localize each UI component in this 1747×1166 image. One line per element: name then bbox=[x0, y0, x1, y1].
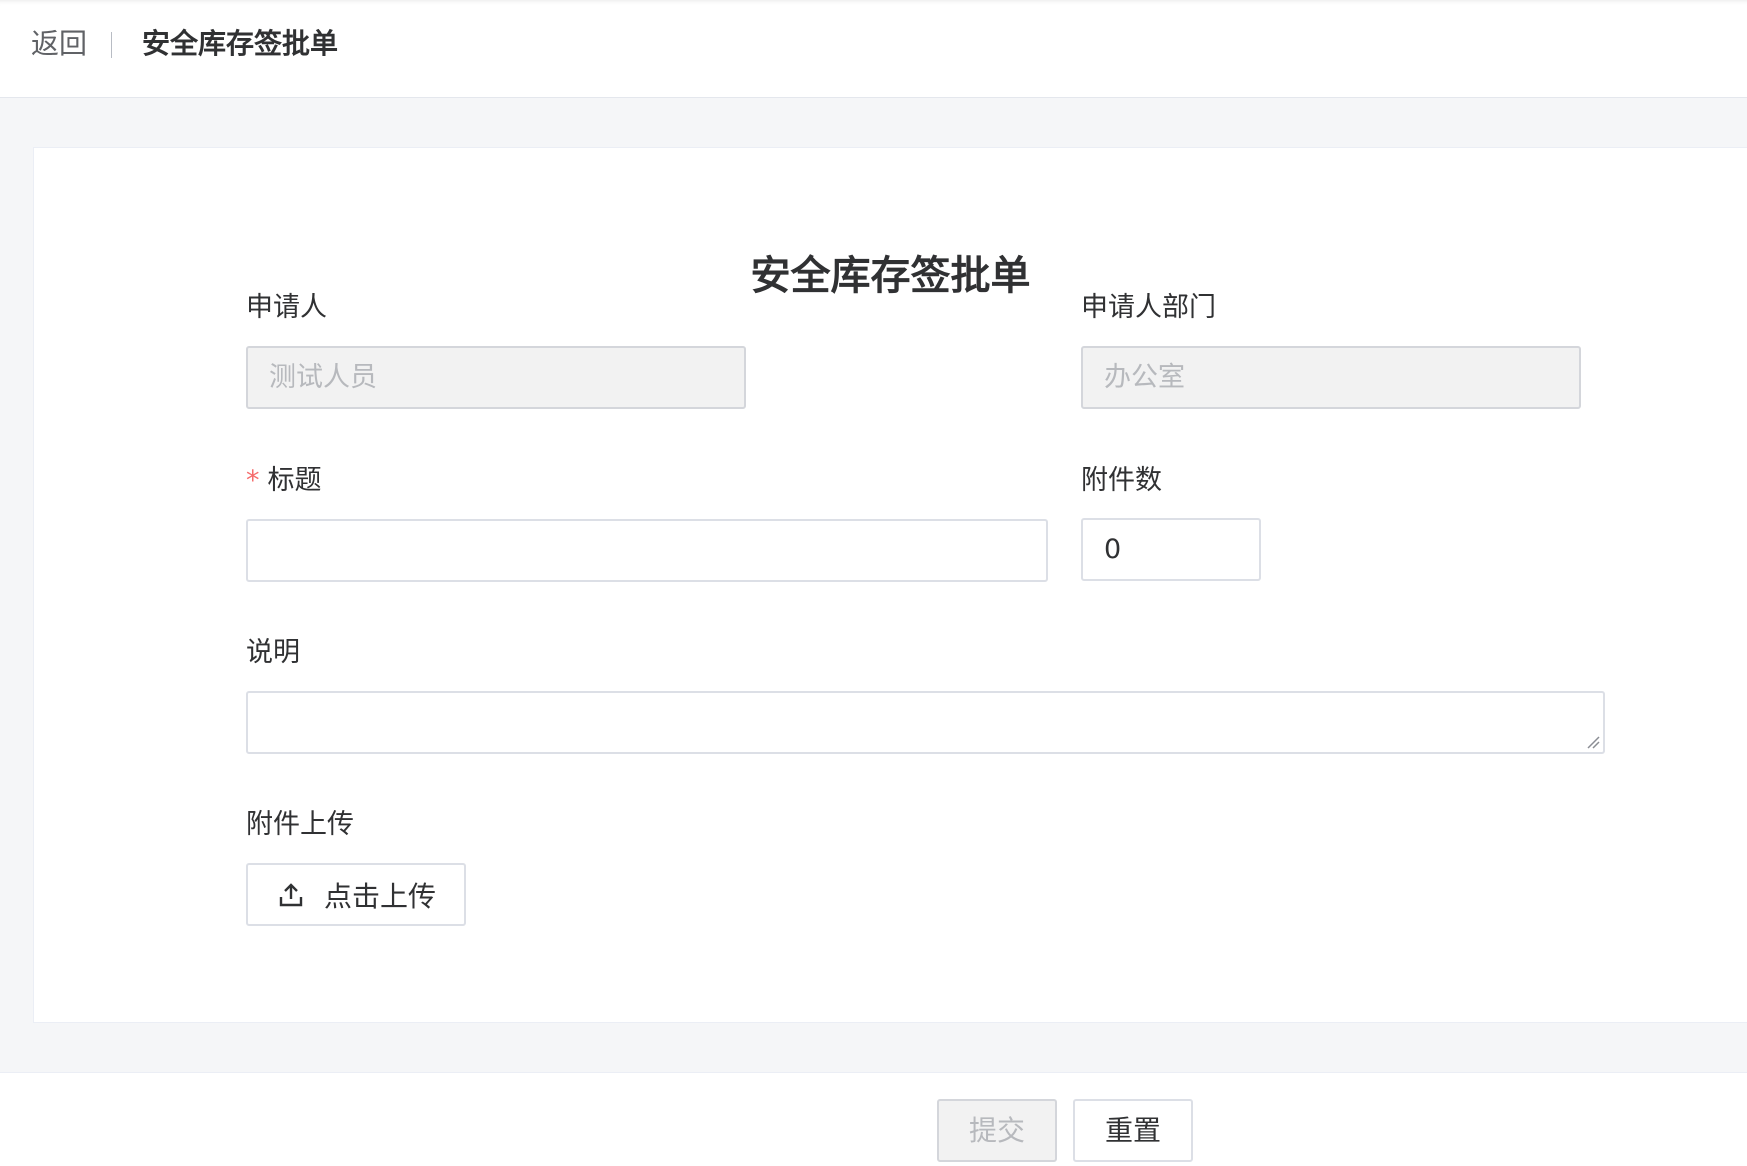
submit-button[interactable]: 提交 bbox=[937, 1099, 1057, 1162]
attachment-count-label: 附件数 bbox=[1081, 465, 1162, 496]
resize-grip-icon[interactable] bbox=[1586, 735, 1600, 749]
page-title: 安全库存签批单 bbox=[142, 27, 339, 60]
header-divider bbox=[111, 32, 112, 58]
reset-button[interactable]: 重置 bbox=[1073, 1099, 1193, 1162]
back-link[interactable]: 返回 bbox=[31, 24, 87, 64]
upload-label: 附件上传 bbox=[246, 809, 354, 840]
department-label: 申请人部门 bbox=[1081, 292, 1216, 323]
attachment-count-input[interactable]: 0 bbox=[1081, 518, 1261, 581]
footer-bar: 提交 重置 bbox=[0, 1072, 1747, 1166]
subject-input[interactable] bbox=[246, 519, 1048, 582]
subject-label: 标题 bbox=[267, 465, 322, 496]
upload-button-label: 点击上传 bbox=[324, 879, 437, 913]
department-field[interactable]: 办公室 bbox=[1081, 346, 1581, 409]
description-label: 说明 bbox=[246, 637, 300, 668]
required-mark: * bbox=[246, 465, 260, 496]
applicant-field[interactable]: 测试人员 bbox=[246, 346, 746, 409]
subject-label-group: * 标题 bbox=[246, 463, 322, 499]
applicant-label: 申请人 bbox=[246, 292, 327, 323]
upload-button[interactable]: 点击上传 bbox=[246, 863, 466, 926]
description-textarea[interactable] bbox=[246, 691, 1605, 754]
upload-icon bbox=[279, 882, 303, 906]
top-bar: 返回 安全库存签批单 bbox=[0, 0, 1747, 98]
